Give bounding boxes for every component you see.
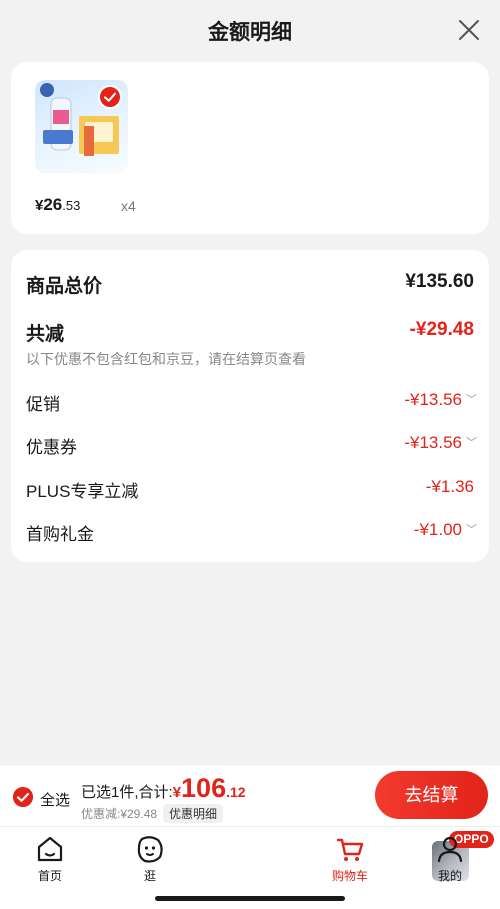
- product-card: ¥26.53 x4: [11, 62, 489, 234]
- chevron-down-icon: ﹀: [466, 394, 477, 406]
- discount-note: 以下优惠不包含红包和京豆，请在结算页查看: [26, 351, 306, 367]
- tab-profile-label: 我的: [437, 869, 462, 883]
- price-detail-card: 商品总价 ¥135.60 共减 -¥29.48 以下优惠不包含红包和京豆，请在结…: [11, 250, 489, 562]
- plus-discount-label: PLUS专享立减: [26, 482, 139, 501]
- home-indicator: [155, 896, 345, 901]
- total-sum: 已选1件,合计:¥106.12: [81, 773, 246, 803]
- tab-home[interactable]: 首页: [0, 827, 100, 887]
- first-purchase-label: 首购礼金: [26, 525, 94, 544]
- select-all-label[interactable]: 全选: [40, 789, 70, 810]
- cart-icon: [336, 838, 364, 861]
- profile-icon: [437, 836, 463, 863]
- total-reduce-label: 共减: [26, 324, 65, 345]
- total-price-value: ¥135.60: [405, 271, 474, 292]
- plus-discount-value: -¥1.36: [425, 477, 474, 496]
- tab-discover-label: 逛: [143, 869, 156, 883]
- coupon-label: 优惠券: [26, 438, 77, 457]
- tab-discover[interactable]: 逛: [100, 827, 200, 887]
- tab-profile[interactable]: 我的: [400, 827, 500, 887]
- home-icon: [37, 836, 63, 862]
- discount-detail-button[interactable]: 优惠明细: [163, 804, 224, 823]
- tab-cart[interactable]: 购物车: [300, 827, 400, 887]
- first-purchase-value: -¥1.00 ﹀: [413, 520, 477, 539]
- select-all-checkbox[interactable]: [13, 787, 33, 807]
- product-quantity: x4: [121, 198, 136, 214]
- product-selected-check-icon[interactable]: [98, 85, 122, 109]
- smiley-icon: [137, 836, 163, 863]
- total-reduce-value: -¥29.48: [409, 319, 474, 340]
- tab-home-label: 首页: [37, 869, 62, 883]
- total-price-label: 商品总价: [26, 276, 103, 297]
- promotion-value: -¥13.56 ﹀: [404, 390, 477, 409]
- checkout-button[interactable]: 去结算: [375, 771, 488, 819]
- checkout-bar: 全选 已选1件,合计:¥106.12 优惠减:¥29.48 优惠明细 去结算: [0, 764, 500, 826]
- close-icon[interactable]: [458, 19, 480, 41]
- product-price: ¥26.53: [35, 195, 81, 214]
- chevron-down-icon: ﹀: [466, 524, 477, 536]
- coupon-value: -¥13.56 ﹀: [404, 433, 477, 452]
- tab-promo[interactable]: OPPO: [200, 827, 494, 887]
- discount-summary: 优惠减:¥29.48 优惠明细: [81, 804, 224, 823]
- tab-cart-label: 购物车: [331, 869, 368, 883]
- promotion-label: 促销: [26, 395, 60, 414]
- chevron-down-icon: ﹀: [466, 437, 477, 449]
- page-title: 金额明细: [208, 21, 292, 44]
- header: 金额明细: [0, 0, 500, 60]
